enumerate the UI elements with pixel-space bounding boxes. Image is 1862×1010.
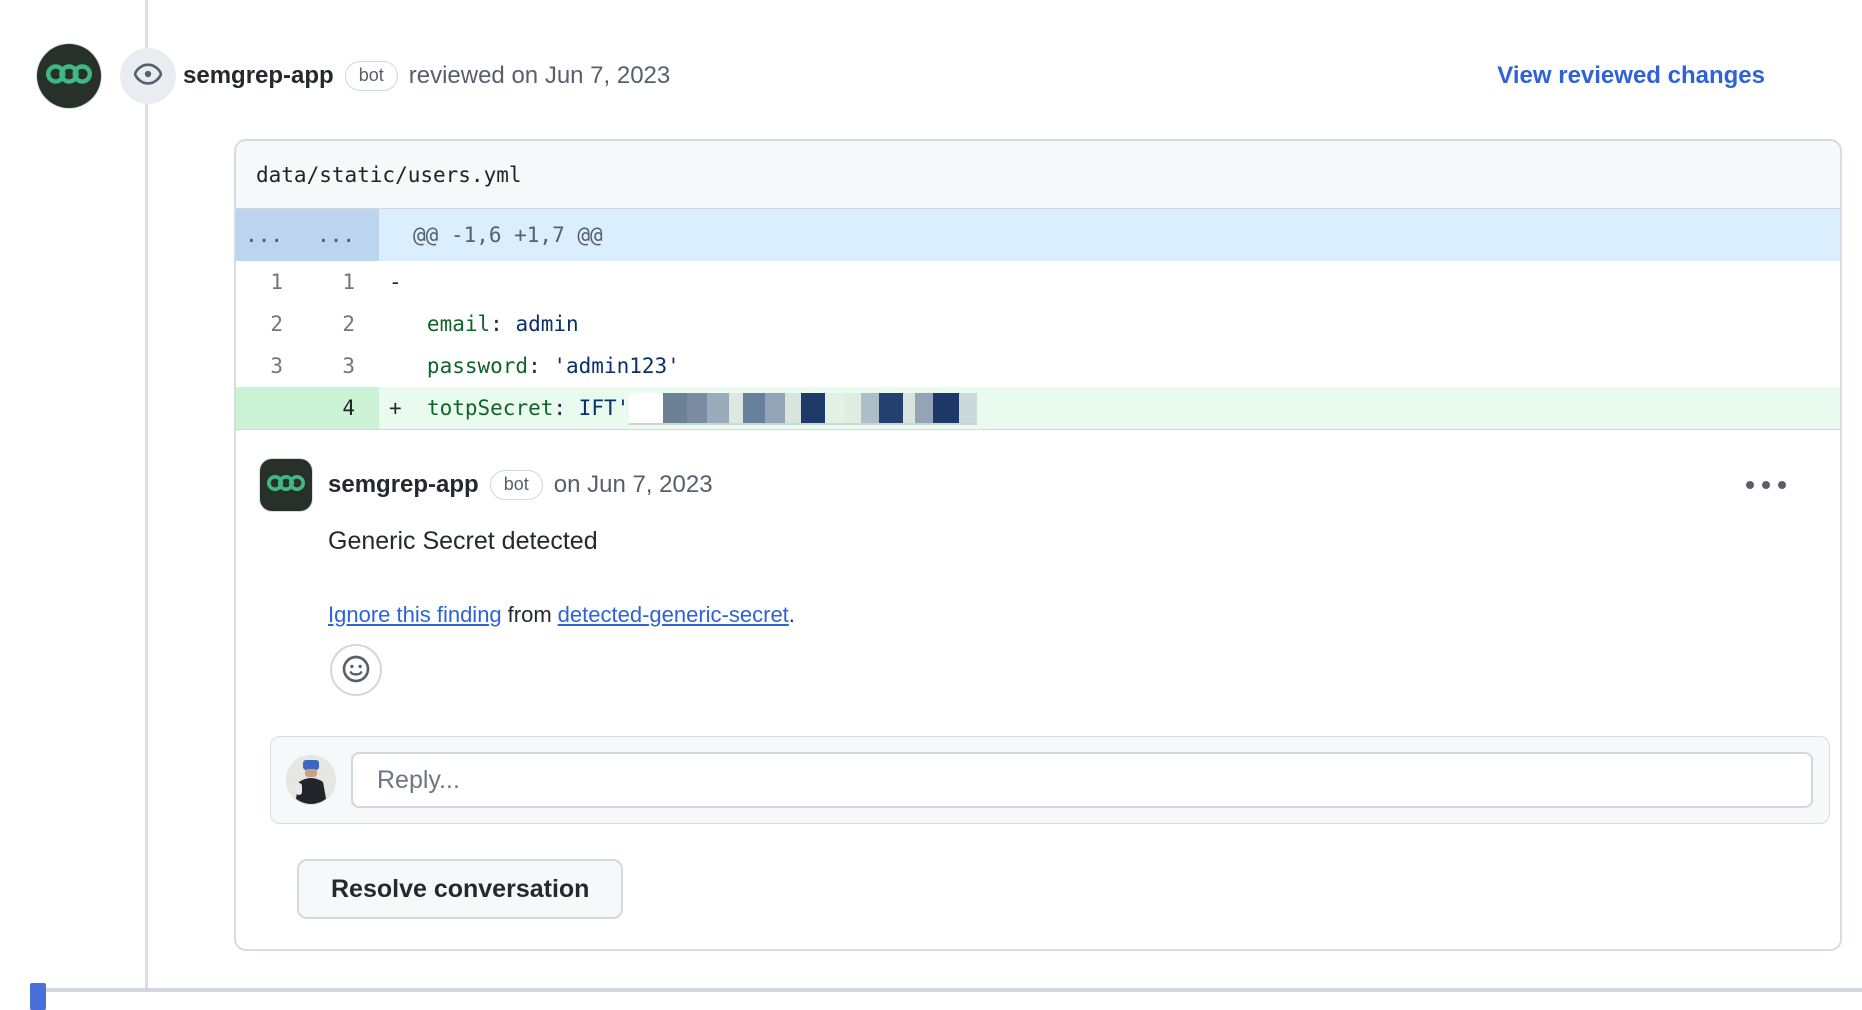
diff-marker: + [389,396,402,420]
finding-line-text: from [508,602,552,627]
smiley-icon [341,654,371,687]
code-line: password: 'admin123' [379,345,1840,387]
comment-date: on Jun 7, 2023 [554,471,713,499]
code-segment: 'admin123' [541,354,680,378]
user-avatar[interactable] [287,756,335,804]
code-segment: password [389,354,528,378]
resolve-row: Resolve conversation [260,824,1840,949]
reply-input[interactable] [351,752,1813,808]
ignore-finding-link[interactable]: Ignore this finding [328,602,502,627]
diff-row: 4+ totpSecret: IFT' [236,387,1840,429]
add-reaction-button[interactable] [330,644,382,696]
code-segment: IFT' [566,396,629,420]
section-divider [45,988,1862,992]
page: semgrep-app bot reviewed on Jun 7, 2023 … [0,0,1862,1010]
comment-author-avatar[interactable] [260,459,312,511]
comment-bot-badge: bot [490,470,543,500]
comment-options-button[interactable] [1742,465,1790,505]
diff-file-header: data/static/users.yml [236,141,1840,209]
finding-line: Ignore this findingfromdetected-generic-… [328,602,1840,628]
code-segment: : [553,396,566,420]
review-author-name[interactable]: semgrep-app [183,62,334,90]
review-author-avatar[interactable] [37,44,101,108]
review-action-text: reviewed on Jun 7, 2023 [409,62,671,90]
code-segment: admin [503,312,579,336]
code-segment: totpSecret [402,396,554,420]
comment-author-name[interactable]: semgrep-app [328,471,479,499]
semgrep-logo-icon [46,62,92,91]
semgrep-logo-icon [267,473,305,498]
review-header: semgrep-app bot reviewed on Jun 7, 2023 [183,50,670,102]
diff-table: 11-22 email: admin33 password: 'admin123… [236,261,1840,430]
code-line: - [379,261,1840,303]
code-segment: : [528,354,541,378]
review-thread-card: data/static/users.yml ... ... @@ -1,6 +1… [234,139,1842,951]
diff-row: 33 password: 'admin123' [236,345,1840,387]
comment-header: semgrep-app bot on Jun 7, 2023 [260,459,1840,511]
timeline-rail [145,0,148,990]
line-number-new[interactable]: 4 [307,387,379,429]
comment-body: Generic Secret detected [328,527,1840,556]
line-number-old[interactable]: 2 [236,303,307,345]
redacted-secret [629,393,977,423]
code-segment: email [389,312,490,336]
line-number-old[interactable] [236,387,307,429]
line-number-new[interactable]: 3 [307,345,379,387]
diff-row: 11- [236,261,1840,303]
hunk-expander-old[interactable]: ... [236,209,307,261]
file-path-link[interactable]: data/static/users.yml [256,163,522,187]
eye-badge [120,48,176,104]
hunk-expander[interactable]: ... ... [236,209,379,261]
line-number-old[interactable]: 1 [236,261,307,303]
resolve-conversation-button[interactable]: Resolve conversation [297,859,623,919]
bot-badge: bot [345,61,398,91]
eye-icon [133,59,163,94]
hunk-expander-new[interactable]: ... [307,209,379,261]
diff-hunk-row: ... ... @@ -1,6 +1,7 @@ [236,209,1840,261]
code-line: + totpSecret: IFT' [379,387,1840,429]
kebab-horizontal-icon [1746,481,1786,489]
line-number-new[interactable]: 1 [307,261,379,303]
reply-bar [270,736,1830,824]
code-line: email: admin [379,303,1840,345]
view-reviewed-changes-link[interactable]: View reviewed changes [1497,50,1765,102]
finding-line-period: . [789,602,795,627]
code-segment: : [490,312,503,336]
hunk-header-text: @@ -1,6 +1,7 @@ [379,209,1840,261]
rule-link[interactable]: detected-generic-secret [558,602,789,627]
comment-section: semgrep-app bot on Jun 7, 2023 Generic S… [236,430,1840,949]
code-segment: - [389,270,402,294]
diff-row: 22 email: admin [236,303,1840,345]
partial-element-bottom-left [30,983,46,1010]
line-number-new[interactable]: 2 [307,303,379,345]
line-number-old[interactable]: 3 [236,345,307,387]
